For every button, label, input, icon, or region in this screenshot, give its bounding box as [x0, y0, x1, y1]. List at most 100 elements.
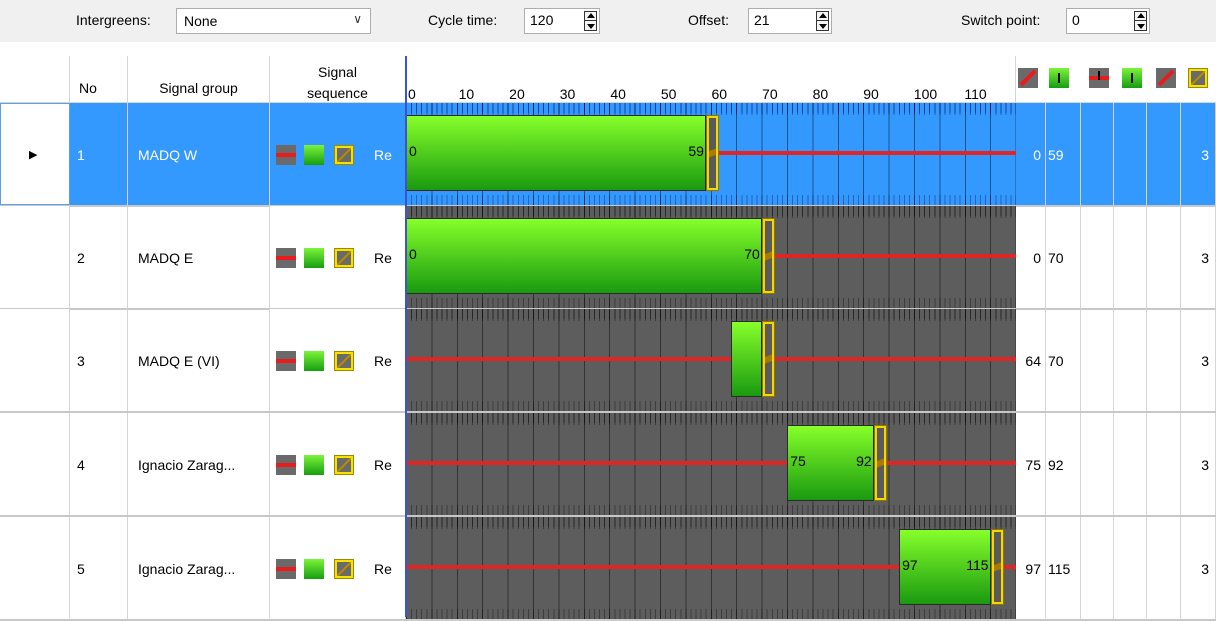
cell-extra-4[interactable]: [1114, 309, 1147, 411]
cell-amber-duration[interactable]: 3: [1181, 309, 1216, 411]
green-end-label: 115: [966, 557, 989, 573]
cell-signal-group[interactable]: Ignacio Zarag...: [128, 413, 270, 515]
cell-signal-group[interactable]: MADQ W: [128, 103, 270, 205]
timeline-cell[interactable]: [406, 309, 1016, 411]
cycle-time-spinner[interactable]: [584, 11, 597, 31]
cell-extra-3[interactable]: [1081, 103, 1114, 205]
cell-green-end[interactable]: 70: [1046, 309, 1081, 411]
extra-columns-header: [1016, 56, 1216, 103]
cell-extra-5[interactable]: [1147, 103, 1181, 205]
cell-signal-sequence[interactable]: Re: [270, 206, 406, 308]
timeline-cell[interactable]: 0 59: [406, 103, 1016, 205]
green-end-label: 92: [856, 453, 872, 469]
cell-signal-group[interactable]: Ignacio Zarag...: [128, 517, 270, 619]
cell-green-end[interactable]: 92: [1046, 413, 1081, 515]
timeline-cell[interactable]: 97 115: [406, 517, 1016, 619]
cell-amber-duration[interactable]: 3: [1181, 413, 1216, 515]
cell-signal-sequence[interactable]: Re: [270, 103, 406, 205]
cycle-time-input[interactable]: 120: [524, 8, 600, 34]
cell-extra-5[interactable]: [1147, 413, 1181, 515]
intergreens-select[interactable]: None ∨: [176, 8, 371, 34]
green-end-value: 59: [1048, 147, 1064, 163]
row-header[interactable]: [0, 413, 70, 515]
switch-point-input[interactable]: 0: [1066, 8, 1150, 34]
green-phase-bar[interactable]: [406, 115, 706, 191]
cell-extra-4[interactable]: [1114, 103, 1147, 205]
green-phase-bar[interactable]: [406, 218, 762, 294]
green-start-label: 0: [409, 246, 417, 262]
switch-point-spinner[interactable]: [1134, 11, 1147, 31]
cell-extra-3[interactable]: [1081, 517, 1114, 619]
cell-green-start[interactable]: 64: [1016, 309, 1046, 411]
table-row[interactable]: ▶ 1 MADQ W Re 0 59 0 59 3: [0, 103, 1216, 207]
cell-amber-duration[interactable]: 3: [1181, 206, 1216, 308]
cell-extra-4[interactable]: [1114, 517, 1147, 619]
table-row[interactable]: 3 MADQ E (VI) Re 64 70 3: [0, 309, 1216, 413]
cell-no[interactable]: 4: [70, 413, 128, 515]
cell-signal-sequence[interactable]: Re: [270, 309, 406, 411]
cell-extra-4[interactable]: [1114, 206, 1147, 308]
cell-no[interactable]: 5: [70, 517, 128, 619]
signal-timing-window: Intergreens: None ∨ Cycle time: 120 Offs…: [0, 0, 1216, 621]
cell-signal-sequence[interactable]: Re: [270, 413, 406, 515]
row-header-corner: [0, 56, 70, 103]
green-start-value: 0: [1033, 147, 1041, 163]
cell-extra-5[interactable]: [1147, 517, 1181, 619]
cell-no[interactable]: 1: [70, 103, 128, 205]
cell-no[interactable]: 2: [70, 206, 128, 308]
cell-no[interactable]: 3: [70, 309, 128, 411]
column-header-signal-group[interactable]: Signal group: [128, 56, 270, 103]
offset-input[interactable]: 21: [748, 8, 832, 34]
table-row[interactable]: 2 MADQ E Re 0 70 0 70 3: [0, 206, 1216, 310]
amber-phase-bar[interactable]: [761, 321, 775, 397]
amber-phase-bar[interactable]: [705, 115, 719, 191]
cell-green-end[interactable]: 70: [1046, 206, 1081, 308]
cell-green-end[interactable]: 115: [1046, 517, 1081, 619]
amber-phase-bar[interactable]: [990, 529, 1004, 605]
current-time-line: [405, 56, 407, 617]
green-phase-bar[interactable]: [731, 321, 762, 397]
timeline-cell[interactable]: 75 92: [406, 413, 1016, 515]
row-header[interactable]: [0, 517, 70, 619]
cell-green-start[interactable]: 97: [1016, 517, 1046, 619]
signal-sequence-text: Re: [374, 457, 392, 473]
red-light-icon: [276, 248, 296, 268]
cell-extra-5[interactable]: [1147, 309, 1181, 411]
cell-amber-duration[interactable]: 3: [1181, 103, 1216, 205]
switch-point-value: 0: [1072, 12, 1080, 28]
cell-extra-3[interactable]: [1081, 413, 1114, 515]
intergreens-value: None: [184, 13, 218, 29]
cell-extra-3[interactable]: [1081, 206, 1114, 308]
cell-green-start[interactable]: 0: [1016, 206, 1046, 308]
cell-signal-group[interactable]: MADQ E: [128, 206, 270, 308]
cell-extra-3[interactable]: [1081, 309, 1114, 411]
row-header[interactable]: ▶: [0, 103, 70, 205]
table-row[interactable]: 4 Ignacio Zarag... Re 75 92 75 92 3: [0, 413, 1216, 517]
table-row[interactable]: 5 Ignacio Zarag... Re 97 115 97 115 3: [0, 517, 1216, 621]
axis-tick-label: 100: [913, 86, 938, 102]
cell-signal-sequence[interactable]: Re: [270, 517, 406, 619]
signal-group-name: MADQ W: [138, 147, 198, 163]
column-header-signal-sequence[interactable]: Signal sequence: [270, 56, 406, 103]
amber-phase-bar[interactable]: [873, 425, 887, 501]
cell-green-end[interactable]: 59: [1046, 103, 1081, 205]
cell-signal-group[interactable]: MADQ E (VI): [128, 309, 270, 411]
signal-group-name: MADQ E: [138, 250, 194, 266]
offset-spinner[interactable]: [816, 11, 829, 31]
signal-groups-grid: No Signal group Signal sequence 0 10 20 30 4…: [0, 56, 1216, 621]
green-end-value: 92: [1048, 457, 1064, 473]
cell-extra-4[interactable]: [1114, 413, 1147, 515]
column-header-signal-group-label: Signal group: [159, 80, 238, 96]
timeline-cell[interactable]: 0 70: [406, 206, 1016, 308]
intergreens-label: Intergreens:: [76, 12, 151, 28]
cell-green-start[interactable]: 0: [1016, 103, 1046, 205]
red-light-icon: [276, 559, 296, 579]
cell-green-start[interactable]: 75: [1016, 413, 1046, 515]
amber-phase-bar[interactable]: [761, 218, 775, 294]
column-header-no[interactable]: No: [70, 56, 128, 103]
cell-extra-5[interactable]: [1147, 206, 1181, 308]
row-header[interactable]: [0, 309, 70, 411]
cell-amber-duration[interactable]: 3: [1181, 517, 1216, 619]
row-header[interactable]: [0, 206, 70, 308]
axis-tick-label: 50: [660, 86, 677, 102]
